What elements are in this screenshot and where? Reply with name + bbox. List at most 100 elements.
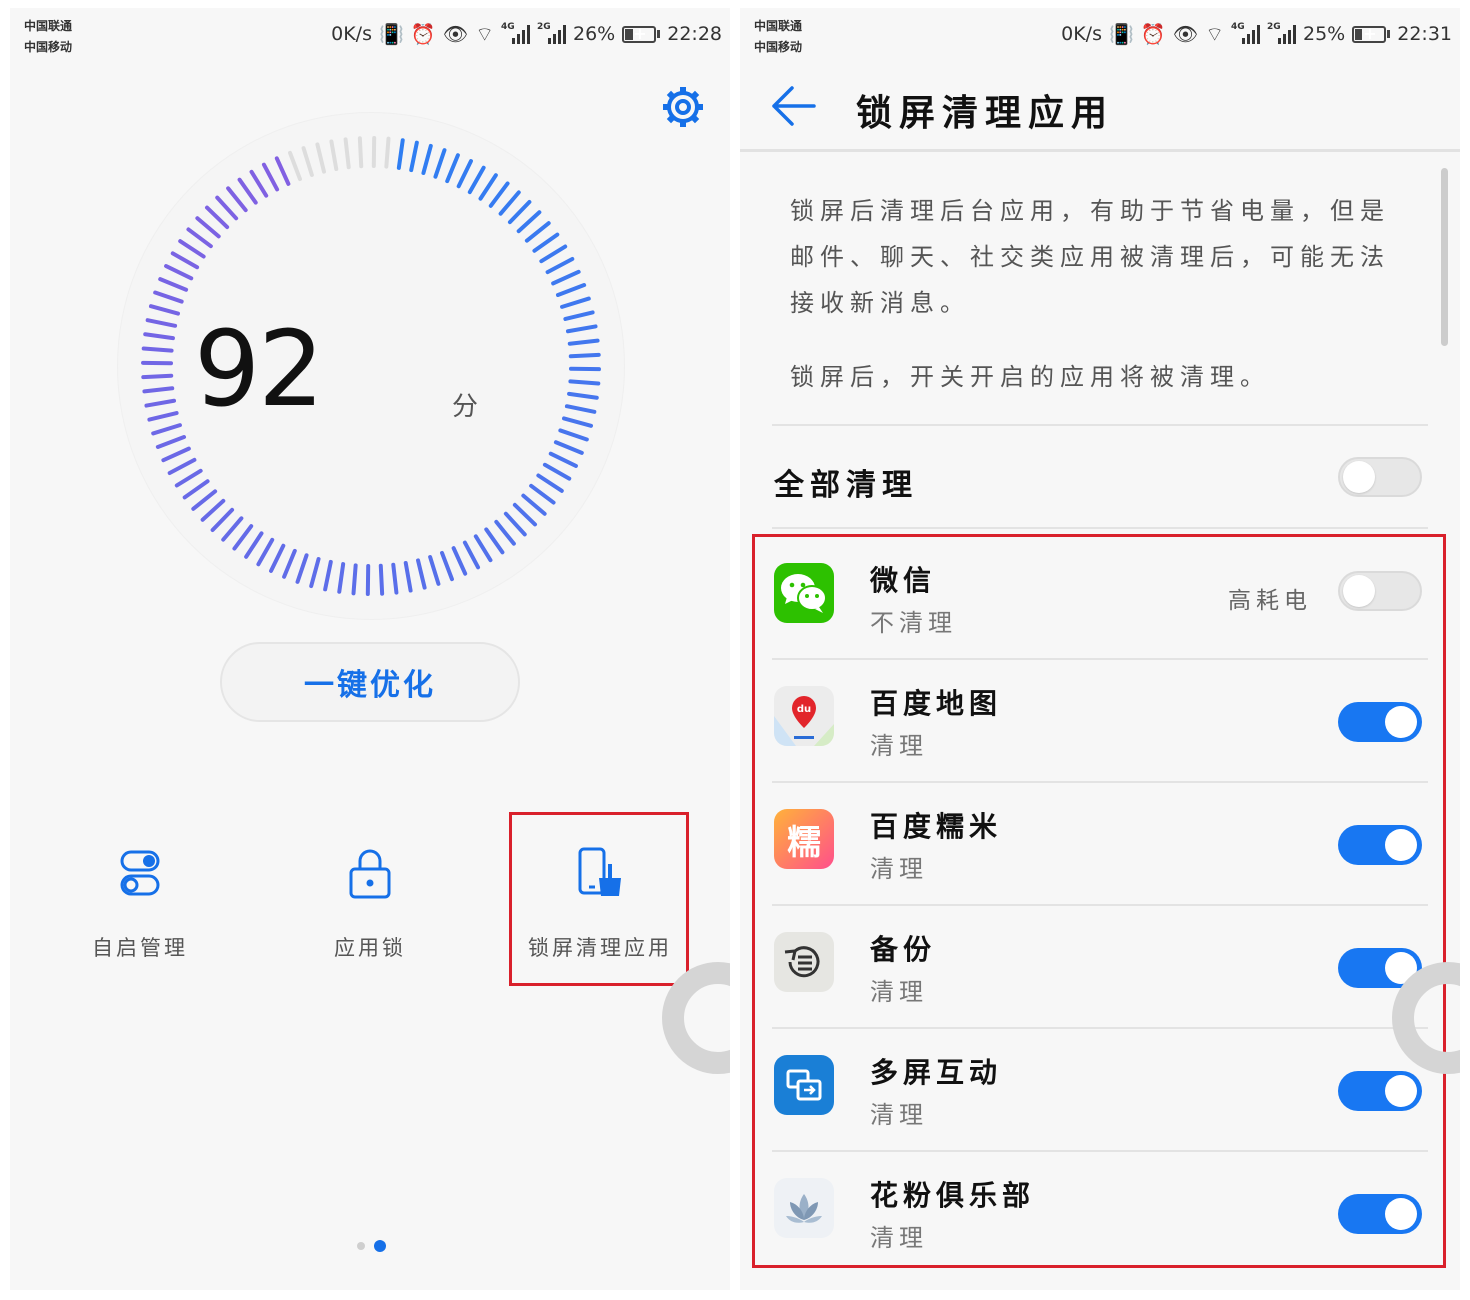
eye-comfort-icon: 👁: [1172, 22, 1199, 46]
gauge-tick: [178, 239, 206, 259]
clean-all-label: 全部清理: [774, 468, 918, 503]
gauge-tick: [378, 563, 385, 596]
gauge-tick: [143, 332, 175, 341]
gauge-tick: [155, 435, 187, 449]
settings-gear-icon[interactable]: [660, 84, 706, 130]
carrier-names: 中国联通 中国移动: [754, 16, 802, 58]
status-bar: 中国联通 中国移动 0K/s 📳 ⏰ 👁 ⌔ 4G 2G 26% + 22:28: [10, 8, 730, 60]
gauge-tick: [428, 555, 441, 586]
gauge-tick: [548, 451, 578, 468]
battery-charging-icon: +: [622, 24, 661, 43]
gauge-tick: [507, 199, 532, 225]
scrollbar[interactable]: [1441, 168, 1448, 346]
gauge-tick: [200, 498, 226, 522]
gauge-tick: [456, 159, 473, 189]
gauge-tick: [195, 216, 221, 239]
gauge-tick: [141, 346, 174, 353]
gauge-tick: [568, 352, 601, 359]
battery-charging-icon: +: [1352, 24, 1391, 43]
gauge-tick: [343, 137, 351, 170]
vibrate-icon: 📳: [378, 22, 404, 46]
wifi-icon: ⌔: [1205, 22, 1224, 46]
gauge-tick: [269, 543, 286, 573]
gauge-tick: [237, 177, 258, 205]
carrier-1: 中国联通: [24, 19, 73, 33]
gauge-tick: [351, 563, 358, 596]
startup-manager-tool[interactable]: 自启管理: [30, 838, 250, 962]
gauge-tick: [568, 379, 601, 386]
page-dot[interactable]: [357, 1242, 365, 1250]
gauge-tick: [174, 468, 203, 488]
gauge-tick: [498, 190, 521, 216]
app-bar: 锁屏清理应用: [740, 60, 1460, 152]
back-arrow-icon[interactable]: [770, 84, 818, 128]
toggles-icon: [120, 850, 160, 896]
gauge-tick: [274, 156, 291, 186]
gauge-tick: [564, 404, 597, 414]
gauge-tick: [484, 527, 505, 555]
carrier-names: 中国联通 中国移动: [24, 16, 72, 58]
gauge-tick: [467, 165, 486, 195]
clock: 22:28: [667, 23, 722, 45]
score-unit: 分: [452, 392, 479, 422]
gauge-tick: [282, 548, 297, 579]
page-title: 锁屏清理应用: [856, 93, 1115, 134]
gauge-tick: [323, 559, 333, 592]
page-indicator: [357, 1240, 386, 1252]
gauge-tick: [186, 227, 213, 249]
gauge-tick: [451, 546, 468, 576]
clock: 22:31: [1397, 23, 1452, 45]
gauge-tick: [433, 148, 447, 179]
eye-comfort-icon: 👁: [442, 22, 469, 46]
gauge-tick: [153, 290, 184, 304]
gauge-tick: [529, 483, 556, 505]
gauge-tick: [473, 534, 493, 563]
gauge-tick: [562, 416, 594, 428]
gauge-tick: [516, 210, 542, 234]
gauge-tick: [261, 162, 280, 192]
padlock-icon: [349, 849, 391, 899]
gauge-tick: [145, 318, 178, 328]
gauge-tick: [558, 428, 589, 442]
gauge-tick: [309, 557, 321, 589]
gauge-tick: [301, 146, 314, 177]
gauge-tick: [182, 479, 210, 500]
gauge-tick: [567, 391, 599, 400]
gauge-tick: [545, 256, 575, 275]
signal-2g-icon: 2G: [1267, 22, 1296, 44]
gauge-tick: [512, 502, 538, 527]
description-note: 锁屏后，开关开启的应用将被清理。: [790, 363, 1270, 391]
description-text: 锁屏后清理后台应用，有助于节省电量，但是邮件、聊天、社交类应用被清理后，可能无法…: [790, 197, 1390, 317]
gauge-tick: [403, 560, 413, 593]
status-indicators: 0K/s 📳 ⏰ 👁 ⌔ 4G 2G 25% + 22:31: [1061, 20, 1452, 48]
gauge-tick: [384, 136, 391, 169]
gauge-tick: [567, 338, 600, 346]
app-lock-tool[interactable]: 应用锁: [260, 838, 480, 962]
one-tap-optimize-button[interactable]: 一键优化: [220, 642, 520, 722]
gauge-tick: [503, 511, 527, 537]
gauge-tick: [148, 304, 180, 316]
gauge-tick: [488, 181, 510, 208]
gauge-tick: [563, 310, 595, 321]
gauge-tick: [161, 446, 191, 463]
gauge-tick: [141, 373, 174, 380]
gauge-tick: [329, 139, 339, 172]
gauge-tick: [524, 221, 551, 243]
clean-all-toggle[interactable]: [1338, 457, 1422, 497]
gauge-tick: [191, 489, 218, 511]
page-dot-active[interactable]: [374, 1240, 386, 1252]
gauge-tick: [539, 244, 568, 264]
gauge-tick: [221, 516, 244, 542]
gauge-tick: [440, 550, 454, 582]
gauge-tick: [232, 524, 254, 551]
gauge-tick: [521, 493, 547, 516]
gauge-tick: [249, 169, 269, 198]
gauge-tick: [244, 531, 264, 559]
gauge-tick: [288, 150, 302, 182]
gauge-tick: [167, 457, 197, 476]
gauge-tick: [565, 324, 598, 334]
gauge-tick: [462, 540, 481, 570]
gauge-tick: [445, 153, 460, 184]
tool-label: 应用锁: [334, 936, 406, 960]
gauge-tick: [551, 269, 581, 286]
